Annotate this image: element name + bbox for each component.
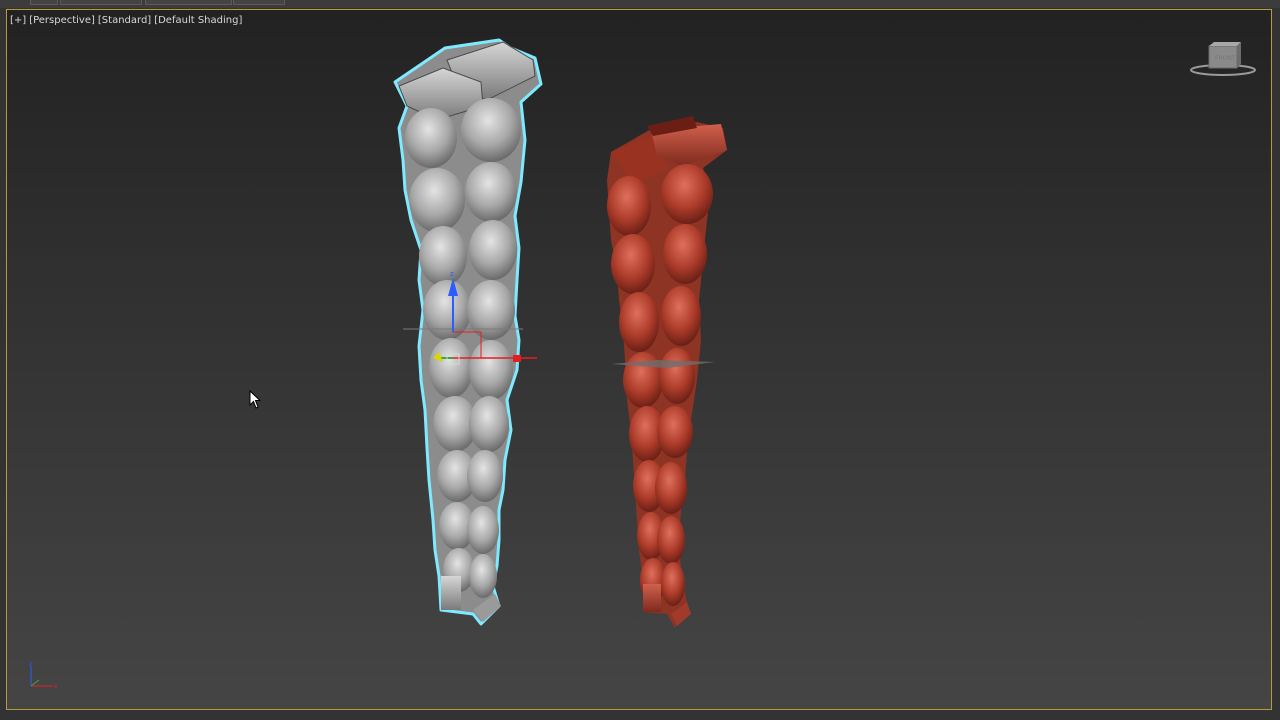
toolbar-strip [0, 0, 1280, 8]
app-window: z [+] [Perspective] [Standard] [Default … [0, 0, 1280, 720]
svg-text:z: z [29, 661, 32, 668]
viewport-menu-shading[interactable]: [Default Shading] [154, 15, 242, 26]
svg-text:z: z [450, 270, 454, 278]
mouse-cursor-icon [249, 389, 263, 410]
viewport-menu-renderer[interactable]: [Standard] [98, 15, 151, 26]
toolbar-tab[interactable] [60, 0, 142, 5]
viewcube-icon[interactable]: FRONT [1187, 40, 1259, 80]
viewcube-face-label: FRONT [1215, 55, 1236, 62]
scene-canvas[interactable]: z [7, 10, 1272, 710]
viewport-menu-plus[interactable]: [+] [10, 15, 26, 26]
axis-tripod-icon: z x [23, 660, 63, 700]
braid-red[interactable] [607, 116, 727, 628]
perspective-viewport[interactable]: z [+] [Perspective] [Standard] [Default … [6, 9, 1272, 710]
toolbar-tab[interactable] [145, 0, 232, 5]
viewport-label[interactable]: [+] [Perspective] [Standard] [Default Shadi… [10, 15, 245, 26]
viewport-menu-view[interactable]: [Perspective] [29, 15, 95, 26]
svg-text:x: x [54, 683, 58, 690]
toolbar-tab[interactable] [30, 0, 58, 5]
toolbar-tab[interactable] [233, 0, 285, 5]
